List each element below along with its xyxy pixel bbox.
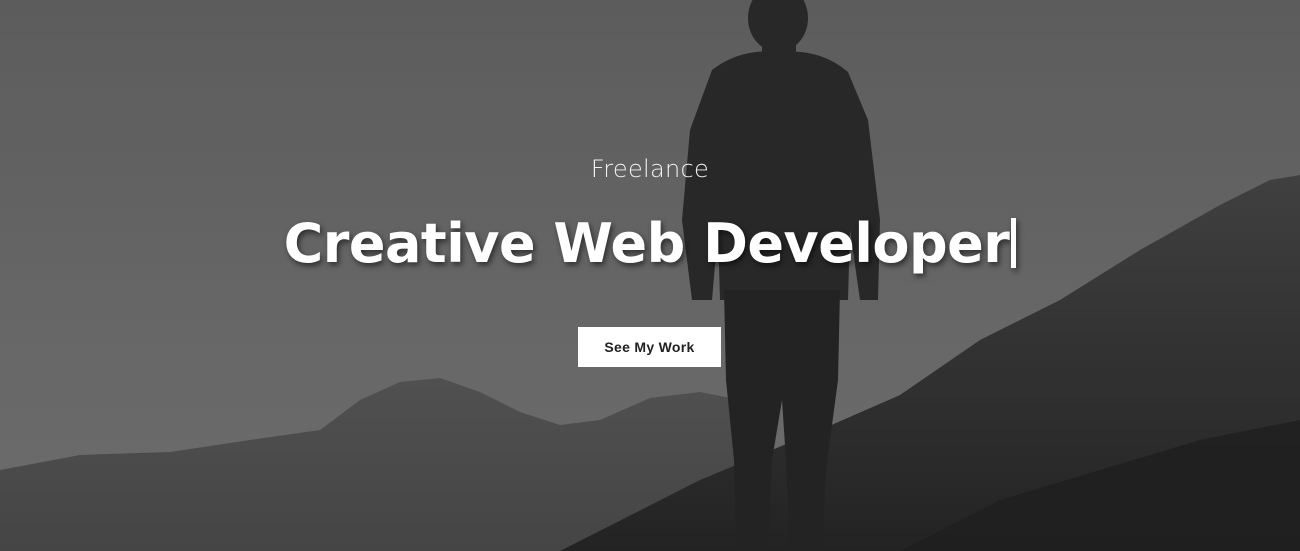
hero-headline: Creative Web Developer — [283, 212, 1010, 275]
hero-headline-wrapper: Creative Web Developer — [0, 212, 1300, 275]
hero-subtitle: Freelance — [590, 155, 710, 183]
see-my-work-button[interactable]: See My Work — [578, 327, 721, 367]
typing-cursor — [1011, 218, 1017, 268]
hero-section: Freelance Creative Web Developer See My … — [0, 0, 1300, 551]
hero-content: Freelance Creative Web Developer See My … — [0, 0, 1300, 551]
